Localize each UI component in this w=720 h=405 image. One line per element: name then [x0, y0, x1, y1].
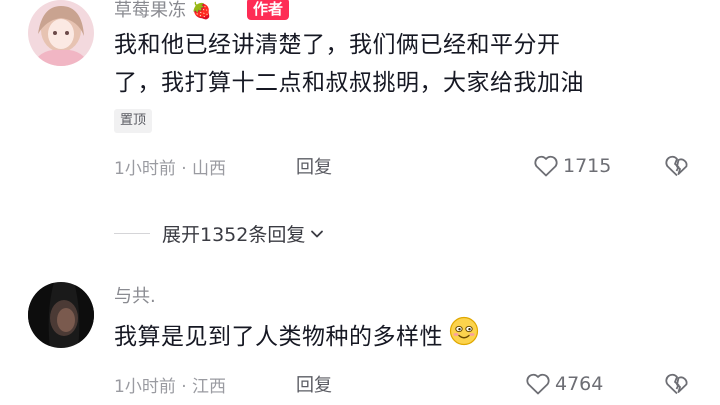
like-button[interactable]: 4764: [525, 372, 603, 396]
comment-text[interactable]: 我和他已经讲清楚了，我们俩已经和平分开 了，我打算十二点和叔叔挑明，大家给我加油: [114, 26, 584, 102]
author-badge: 作者: [247, 0, 290, 20]
pinned-badge: 置顶: [114, 109, 153, 133]
comment-meta: 1小时前 · 山西: [114, 154, 226, 179]
comment-text-line: 了，我打算十二点和叔叔挑明，大家给我加油: [114, 70, 584, 96]
like-count: 1715: [563, 155, 612, 177]
chevron-down-icon: [311, 230, 324, 237]
comment-time: 1小时前: [114, 377, 176, 397]
comment-username[interactable]: 与共.: [114, 282, 156, 308]
expand-divider: [114, 233, 150, 234]
avatar[interactable]: [28, 282, 94, 348]
comment-location: 江西: [192, 377, 227, 397]
dislike-button[interactable]: [664, 154, 690, 182]
avatar[interactable]: [28, 0, 94, 66]
meta-separator: ·: [181, 377, 187, 397]
broken-heart-icon: [665, 373, 688, 395]
like-count: 4764: [555, 373, 604, 395]
meta-separator: ·: [181, 159, 187, 179]
dislike-button[interactable]: [664, 372, 690, 400]
broken-heart-icon: [665, 155, 688, 177]
comment-meta: 1小时前 · 江西: [114, 372, 226, 397]
like-button[interactable]: 1715: [533, 154, 611, 178]
comment-text[interactable]: 我算是见到了人类物种的多样性: [114, 316, 479, 358]
heart-icon: [526, 373, 550, 395]
comment-time: 1小时前: [114, 159, 176, 179]
reply-button[interactable]: 回复: [296, 153, 332, 179]
comment-location: 山西: [192, 159, 227, 179]
comment-username[interactable]: 草莓果冻 🍓: [114, 0, 212, 22]
reply-button[interactable]: 回复: [296, 371, 332, 397]
strawberry-emoji: 🍓: [191, 1, 212, 20]
heart-icon: [534, 155, 558, 177]
comment-text-line: 我和他已经讲清楚了，我们俩已经和平分开: [114, 32, 561, 58]
username-text: 草莓果冻: [114, 0, 186, 21]
expand-replies-button[interactable]: 展开1352条回复: [162, 220, 325, 247]
expand-replies-label: 展开1352条回复: [162, 224, 306, 246]
smiling-face-emoji: [449, 316, 479, 358]
comment-text-line: 我算是见到了人类物种的多样性: [114, 324, 443, 350]
